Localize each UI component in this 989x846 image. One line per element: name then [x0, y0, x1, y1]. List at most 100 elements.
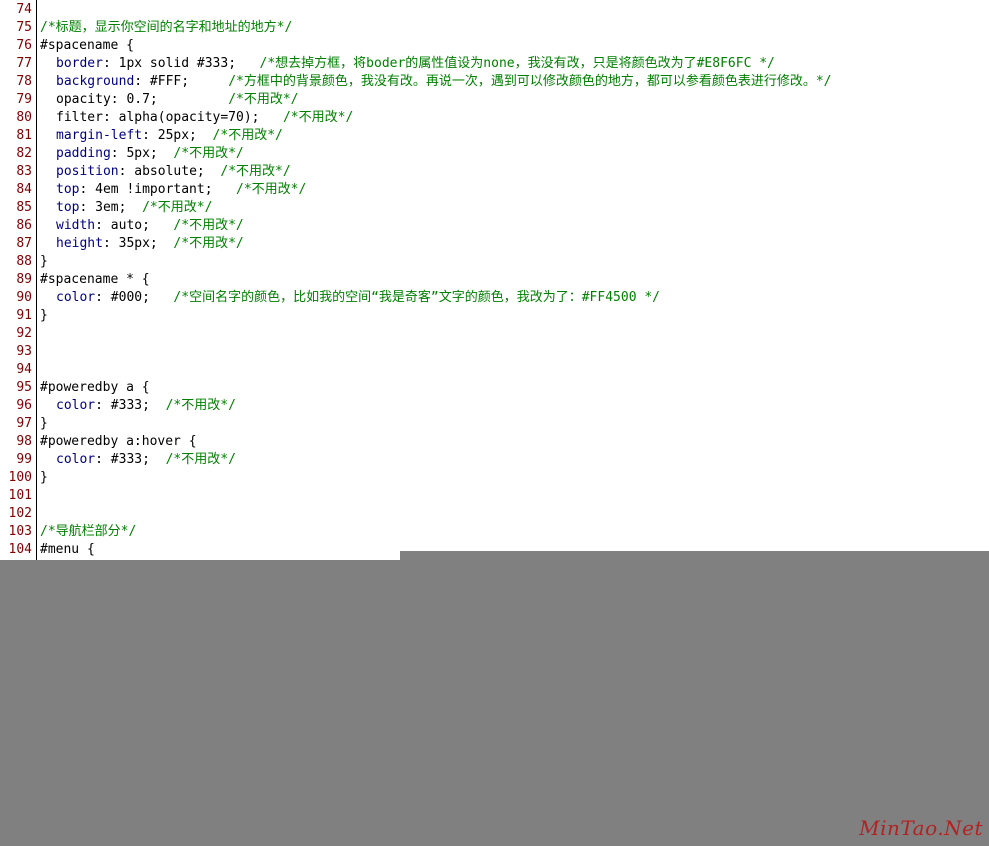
line-source: #poweredby a {: [40, 379, 150, 397]
css-property: padding: [56, 146, 111, 161]
code-line[interactable]: 81 margin-left: 25px; /*不用改*/: [0, 127, 989, 145]
css-value: : #000;: [95, 290, 174, 305]
line-number: 88: [16, 254, 32, 269]
code-line[interactable]: 85 top: 3em; /*不用改*/: [0, 199, 989, 217]
code-line[interactable]: 90 color: #000; /*空间名字的颜色，比如我的空间“我是奇客”文字的…: [0, 289, 989, 307]
code-line[interactable]: 74: [0, 1, 989, 19]
line-number: 74: [16, 2, 32, 17]
css-property: color: [56, 452, 96, 467]
code-line[interactable]: 101: [0, 487, 989, 505]
line-number: 91: [16, 308, 32, 323]
css-value: : 5px;: [110, 146, 174, 161]
code-line[interactable]: 77 border: 1px solid #333; /*想去掉方框，将boder…: [0, 55, 989, 73]
watermark-logo: MinTao.Net: [859, 816, 983, 840]
line-number: 103: [8, 524, 32, 539]
code-line[interactable]: 99 color: #333; /*不用改*/: [0, 451, 989, 469]
line-number: 78: [16, 74, 32, 89]
code-line[interactable]: 82 padding: 5px; /*不用改*/: [0, 145, 989, 163]
line-source: #spacename {: [40, 37, 134, 55]
line-source: top: 4em !important; /*不用改*/: [40, 181, 306, 199]
code-line[interactable]: 94: [0, 361, 989, 379]
line-number: 98: [16, 434, 32, 449]
line-source: border: 1px solid #333; /*想去掉方框，将boder的属…: [40, 55, 775, 73]
code-line[interactable]: 76 #spacename {: [0, 37, 989, 55]
css-selector: #spacename * {: [40, 272, 150, 287]
css-selector: #poweredby a {: [40, 380, 150, 395]
code-line[interactable]: 75 /*标题，显示你空间的名字和地址的地方*/: [0, 19, 989, 37]
code-line[interactable]: 97}: [0, 415, 989, 433]
code-line[interactable]: 87 height: 35px; /*不用改*/: [0, 235, 989, 253]
line-source: #menu {: [40, 541, 95, 559]
css-value: }: [40, 416, 48, 431]
css-value: : auto;: [95, 218, 174, 233]
css-property: border: [56, 56, 103, 71]
code-comment: /*不用改*/: [236, 182, 307, 197]
code-line[interactable]: 84 top: 4em !important; /*不用改*/: [0, 181, 989, 199]
css-property: color: [56, 290, 96, 305]
line-number: 92: [16, 326, 32, 341]
line-source: color: #000; /*空间名字的颜色，比如我的空间“我是奇客”文字的颜色…: [40, 289, 660, 307]
code-line[interactable]: 98 #poweredby a:hover {: [0, 433, 989, 451]
code-line[interactable]: 91}: [0, 307, 989, 325]
code-line[interactable]: 102: [0, 505, 989, 523]
code-line[interactable]: 79 opacity: 0.7; /*不用改*/: [0, 91, 989, 109]
line-number: 80: [16, 110, 32, 125]
line-number: 86: [16, 218, 32, 233]
code-comment: /*空间名字的颜色，比如我的空间“我是奇客”文字的颜色，我改为了：#FF4500…: [173, 290, 660, 305]
code-line[interactable]: 100}: [0, 469, 989, 487]
code-comment: /*不用改*/: [165, 452, 236, 467]
code-line[interactable]: 80 filter: alpha(opacity=70); /*不用改*/: [0, 109, 989, 127]
css-value: : 3em;: [79, 200, 143, 215]
css-value: }: [40, 470, 48, 485]
css-property: width: [56, 218, 96, 233]
code-line[interactable]: 96 color: #333; /*不用改*/: [0, 397, 989, 415]
line-source: }: [40, 253, 48, 271]
code-comment: /*想去掉方框，将boder的属性值设为none，我没有改，只是将颜色改为了#E…: [259, 56, 775, 71]
code-line[interactable]: 93: [0, 343, 989, 361]
code-line[interactable]: 86 width: auto; /*不用改*/: [0, 217, 989, 235]
code-line[interactable]: 92: [0, 325, 989, 343]
code-comment: /*不用改*/: [228, 92, 299, 107]
empty-area-edge: [400, 551, 989, 561]
line-source: color: #333; /*不用改*/: [40, 451, 236, 469]
line-source: }: [40, 415, 48, 433]
line-source: #poweredby a:hover {: [40, 433, 197, 451]
code-line[interactable]: 89 #spacename * {: [0, 271, 989, 289]
code-line[interactable]: 103 /*导航栏部分*/: [0, 523, 989, 541]
code-comment: /*导航栏部分*/: [40, 524, 137, 539]
line-number: 94: [16, 362, 32, 377]
line-number: 79: [16, 92, 32, 107]
css-value: }: [40, 308, 48, 323]
css-property: margin-left: [56, 128, 143, 143]
code-line[interactable]: 78 background: #FFF; /*方框中的背景颜色，我没有改。再说一次…: [0, 73, 989, 91]
line-source: opacity: 0.7; /*不用改*/: [40, 91, 299, 109]
code-comment: /*不用改*/: [173, 236, 244, 251]
line-number: 95: [16, 380, 32, 395]
css-value: opacity: 0.7;: [56, 92, 229, 107]
line-number: 96: [16, 398, 32, 413]
line-number: 85: [16, 200, 32, 215]
line-number: 83: [16, 164, 32, 179]
code-comment: /*不用改*/: [212, 128, 283, 143]
css-value: : #333;: [95, 398, 166, 413]
css-value: filter: alpha(opacity=70);: [56, 110, 283, 125]
line-source: /*标题，显示你空间的名字和地址的地方*/: [40, 19, 292, 37]
line-number: 99: [16, 452, 32, 467]
code-lines[interactable]: 74 75/*标题，显示你空间的名字和地址的地方*/76 #spacename {7…: [0, 1, 989, 559]
code-line[interactable]: 95 #poweredby a {: [0, 379, 989, 397]
css-property: height: [56, 236, 103, 251]
code-line[interactable]: 83 position: absolute; /*不用改*/: [0, 163, 989, 181]
css-value: : 35px;: [102, 236, 174, 251]
line-number: 82: [16, 146, 32, 161]
line-source: color: #333; /*不用改*/: [40, 397, 236, 415]
code-editor[interactable]: 74 75/*标题，显示你空间的名字和地址的地方*/76 #spacename {7…: [0, 0, 989, 560]
line-source: width: auto; /*不用改*/: [40, 217, 244, 235]
code-line[interactable]: 88}: [0, 253, 989, 271]
css-selector: #spacename {: [40, 38, 134, 53]
code-comment: /*标题，显示你空间的名字和地址的地方*/: [40, 20, 293, 35]
line-source: height: 35px; /*不用改*/: [40, 235, 244, 253]
css-value: : 25px;: [142, 128, 213, 143]
css-value: : absolute;: [118, 164, 221, 179]
css-value: : 4em !important;: [79, 182, 237, 197]
line-source: margin-left: 25px; /*不用改*/: [40, 127, 283, 145]
